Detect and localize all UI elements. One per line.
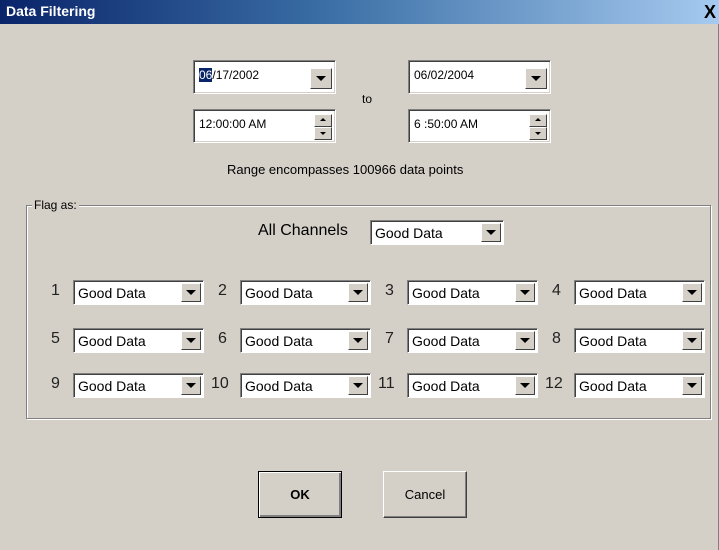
channel-4-value: Good Data xyxy=(579,285,647,301)
chevron-down-icon xyxy=(687,338,697,343)
chevron-down-icon xyxy=(687,290,697,295)
channel-1-label: 1 xyxy=(51,282,60,299)
chevron-down-icon xyxy=(520,290,530,295)
channel-6-select[interactable]: Good Data xyxy=(240,328,371,353)
channel-9-dropdown-button[interactable] xyxy=(181,376,201,395)
chevron-down-icon xyxy=(520,338,530,343)
start-date-dropdown-button[interactable] xyxy=(310,68,332,89)
channel-4-label: 4 xyxy=(552,282,561,299)
chevron-down-icon xyxy=(186,383,196,388)
channel-1-value: Good Data xyxy=(78,285,146,301)
start-time-field[interactable]: 12:00:00 AM xyxy=(193,109,336,143)
channel-5-label: 5 xyxy=(51,330,60,347)
channel-7-select[interactable]: Good Data xyxy=(407,328,538,353)
end-time-down-button[interactable] xyxy=(529,127,547,140)
channel-10-label: 10 xyxy=(211,375,229,392)
channel-9-value: Good Data xyxy=(78,378,146,394)
all-channels-value: Good Data xyxy=(375,225,443,241)
channel-11-select[interactable]: Good Data xyxy=(407,373,538,398)
channel-9-select[interactable]: Good Data xyxy=(73,373,204,398)
channel-8-select[interactable]: Good Data xyxy=(574,328,705,353)
chevron-down-icon xyxy=(353,383,363,388)
channel-2-dropdown-button[interactable] xyxy=(348,283,368,302)
channel-11-label: 11 xyxy=(378,375,395,392)
window-title: Data Filtering xyxy=(6,3,96,19)
channel-10-select[interactable]: Good Data xyxy=(240,373,371,398)
channel-6-value: Good Data xyxy=(245,333,313,349)
end-date-dropdown-button[interactable] xyxy=(525,68,547,89)
data-filtering-dialog: Data Filtering X 06/17/2002 12:00:00 AM … xyxy=(0,0,719,550)
end-time-spinner[interactable] xyxy=(529,114,547,140)
channel-3-label: 3 xyxy=(385,282,394,299)
ok-button[interactable]: OK xyxy=(258,471,342,518)
chevron-down-icon xyxy=(486,230,496,235)
range-summary: Range encompasses 100966 data points xyxy=(227,162,464,177)
all-channels-select[interactable]: Good Data xyxy=(370,220,504,245)
close-icon[interactable]: X xyxy=(701,2,719,22)
channel-11-dropdown-button[interactable] xyxy=(515,376,535,395)
channel-12-value: Good Data xyxy=(579,378,647,394)
start-time-up-button[interactable] xyxy=(314,114,332,127)
channel-3-value: Good Data xyxy=(412,285,480,301)
cancel-button[interactable]: Cancel xyxy=(383,471,467,518)
channel-3-select[interactable]: Good Data xyxy=(407,280,538,305)
channel-5-dropdown-button[interactable] xyxy=(181,331,201,350)
chevron-down-icon xyxy=(353,338,363,343)
arrow-down-icon xyxy=(320,132,326,135)
channel-4-dropdown-button[interactable] xyxy=(682,283,702,302)
start-date-field[interactable]: 06/17/2002 xyxy=(193,60,336,94)
channel-2-select[interactable]: Good Data xyxy=(240,280,371,305)
channel-11-value: Good Data xyxy=(412,378,480,394)
channel-4-select[interactable]: Good Data xyxy=(574,280,705,305)
chevron-down-icon xyxy=(531,76,541,81)
flag-as-label: Flag as: xyxy=(32,198,79,212)
chevron-down-icon xyxy=(520,383,530,388)
channel-2-value: Good Data xyxy=(245,285,313,301)
channel-12-label: 12 xyxy=(545,375,563,392)
channel-9-label: 9 xyxy=(51,375,60,392)
channel-1-dropdown-button[interactable] xyxy=(181,283,201,302)
channel-8-value: Good Data xyxy=(579,333,647,349)
channel-7-dropdown-button[interactable] xyxy=(515,331,535,350)
arrow-down-icon xyxy=(535,132,541,135)
arrow-up-icon xyxy=(320,118,326,121)
arrow-up-icon xyxy=(535,118,541,121)
chevron-down-icon xyxy=(186,290,196,295)
start-date-month-selected: 06 xyxy=(199,68,213,82)
start-time-value: 12:00:00 AM xyxy=(199,117,267,131)
channel-8-label: 8 xyxy=(552,330,561,347)
end-time-value: 6 :50:00 AM xyxy=(414,117,479,131)
chevron-down-icon xyxy=(316,76,326,81)
chevron-down-icon xyxy=(687,383,697,388)
channel-10-value: Good Data xyxy=(245,378,313,394)
channel-8-dropdown-button[interactable] xyxy=(682,331,702,350)
all-channels-dropdown-button[interactable] xyxy=(481,223,501,242)
channel-7-value: Good Data xyxy=(412,333,480,349)
channel-5-value: Good Data xyxy=(78,333,146,349)
channel-1-select[interactable]: Good Data xyxy=(73,280,204,305)
chevron-down-icon xyxy=(353,290,363,295)
channel-12-dropdown-button[interactable] xyxy=(682,376,702,395)
start-time-spinner[interactable] xyxy=(314,114,332,140)
channel-6-label: 6 xyxy=(218,330,227,347)
channel-3-dropdown-button[interactable] xyxy=(515,283,535,302)
end-date-value: 06/02/2004 xyxy=(414,68,475,82)
end-time-up-button[interactable] xyxy=(529,114,547,127)
channel-12-select[interactable]: Good Data xyxy=(574,373,705,398)
end-date-field[interactable]: 06/02/2004 xyxy=(408,60,551,94)
to-label: to xyxy=(362,92,373,106)
all-channels-label: All Channels xyxy=(258,222,348,239)
start-date-value: 06/17/2002 xyxy=(199,68,259,82)
channel-6-dropdown-button[interactable] xyxy=(348,331,368,350)
chevron-down-icon xyxy=(186,338,196,343)
title-bar: Data Filtering X xyxy=(0,0,719,24)
channel-2-label: 2 xyxy=(218,282,227,299)
start-time-down-button[interactable] xyxy=(314,127,332,140)
channel-5-select[interactable]: Good Data xyxy=(73,328,204,353)
start-date-remainder: /17/2002 xyxy=(212,68,260,82)
end-time-field[interactable]: 6 :50:00 AM xyxy=(408,109,551,143)
channel-10-dropdown-button[interactable] xyxy=(348,376,368,395)
channel-7-label: 7 xyxy=(385,330,394,347)
